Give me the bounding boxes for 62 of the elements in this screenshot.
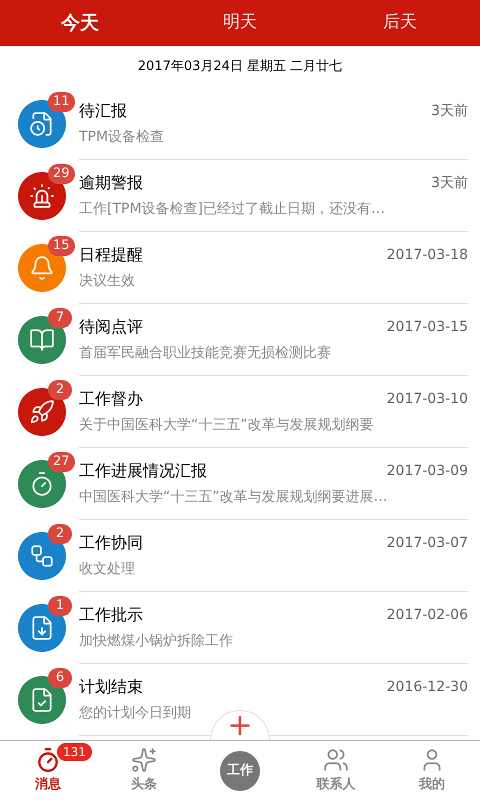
- message-title: 日程提醒: [79, 244, 143, 266]
- message-preview: 工作[TPM设备检查]已经过了截止日期，还没有…: [79, 200, 386, 219]
- message-preview: 您的计划今日到期: [79, 704, 192, 723]
- message-preview: 决议生效: [79, 272, 136, 291]
- message-preview: 收文处理: [79, 560, 136, 579]
- message-title: 计划结束: [79, 676, 143, 698]
- message-title: 工作协同: [79, 532, 143, 554]
- message-title: 工作督办: [79, 388, 143, 410]
- unread-count: 7: [48, 308, 72, 328]
- message-preview: 关于中国医科大学“十三五”改革与发展规划纲要: [79, 416, 375, 435]
- message-time: 2017-03-10: [386, 390, 468, 408]
- day-tab[interactable]: 明天: [223, 10, 257, 36]
- message-preview: TPM设备检查: [79, 128, 166, 147]
- unread-count: 2: [48, 380, 72, 400]
- day-tab[interactable]: 今天: [61, 8, 99, 38]
- siren-icon: [29, 183, 55, 209]
- unread-count: 15: [48, 236, 75, 256]
- unread-count: 29: [48, 164, 75, 184]
- message-title: 待汇报: [79, 100, 127, 122]
- message-row[interactable]: 2 工作协同 2017-03-07 收文处理: [0, 520, 480, 592]
- message-title: 工作批示: [79, 604, 143, 626]
- message-preview: 首届军民融合职业技能竞赛无损检测比赛: [79, 344, 332, 363]
- fireworks-icon: [131, 746, 157, 773]
- unread-count: 6: [48, 668, 72, 688]
- date-text: 2017年03月24日 星期五 二月廿七: [138, 58, 342, 76]
- message-title: 逾期警报: [79, 172, 143, 194]
- unread-count: 11: [48, 92, 75, 112]
- add-button[interactable]: +: [210, 710, 270, 740]
- unread-count: 2: [48, 524, 72, 544]
- message-row[interactable]: 2 工作督办 2017-03-10 关于中国医科大学“十三五”改革与发展规划纲要: [0, 376, 480, 448]
- timer-icon: [35, 746, 61, 773]
- message-row[interactable]: 27 工作进展情况汇报 2017-03-09 中国医科大学“十三五”改革与发展规划纲要进展…: [0, 448, 480, 520]
- message-preview: 加快燃煤小锅炉拆除工作: [79, 632, 234, 651]
- message-row[interactable]: 7 待阅点评 2017-03-15 首届军民融合职业技能竞赛无损检测比赛: [0, 304, 480, 376]
- message-time: 3天前: [431, 102, 468, 120]
- workflow-icon: [29, 543, 55, 569]
- message-time: 2017-03-09: [386, 462, 468, 480]
- unread-count: 131: [57, 743, 92, 761]
- message-title: 工作进展情况汇报: [79, 460, 207, 482]
- rocket-icon: [29, 399, 55, 425]
- message-time: 3天前: [431, 174, 468, 192]
- message-time: 2017-03-07: [386, 534, 468, 552]
- message-time: 2017-03-18: [386, 246, 468, 264]
- message-row[interactable]: 15 日程提醒 2017-03-18 决议生效: [0, 232, 480, 304]
- bottom-tab[interactable]: 头条: [123, 741, 165, 800]
- message-row[interactable]: 11 待汇报 3天前 TPM设备检查: [0, 88, 480, 160]
- work-tab[interactable]: 工作: [220, 750, 260, 790]
- open-book-icon: [29, 327, 55, 353]
- message-time: 2017-03-15: [386, 318, 468, 336]
- message-time: 2017-02-06: [386, 606, 468, 624]
- message-row[interactable]: 29 逾期警报 3天前 工作[TPM设备检查]已经过了截止日期，还没有…: [0, 160, 480, 232]
- message-title: 待阅点评: [79, 316, 143, 338]
- bell-icon: [29, 255, 55, 281]
- day-tab[interactable]: 后天: [383, 10, 417, 36]
- message-time: 2016-12-30: [386, 678, 468, 696]
- message-row[interactable]: 1 工作批示 2017-02-06 加快燃煤小锅炉拆除工作: [0, 592, 480, 664]
- unread-count: 1: [48, 596, 72, 616]
- people-icon: [323, 746, 349, 773]
- message-preview: 中国医科大学“十三五”改革与发展规划纲要进展…: [79, 488, 389, 507]
- unread-count: 27: [48, 452, 75, 472]
- bottom-tab[interactable]: 联系人: [308, 741, 364, 800]
- bottom-tab[interactable]: 我的: [411, 741, 453, 800]
